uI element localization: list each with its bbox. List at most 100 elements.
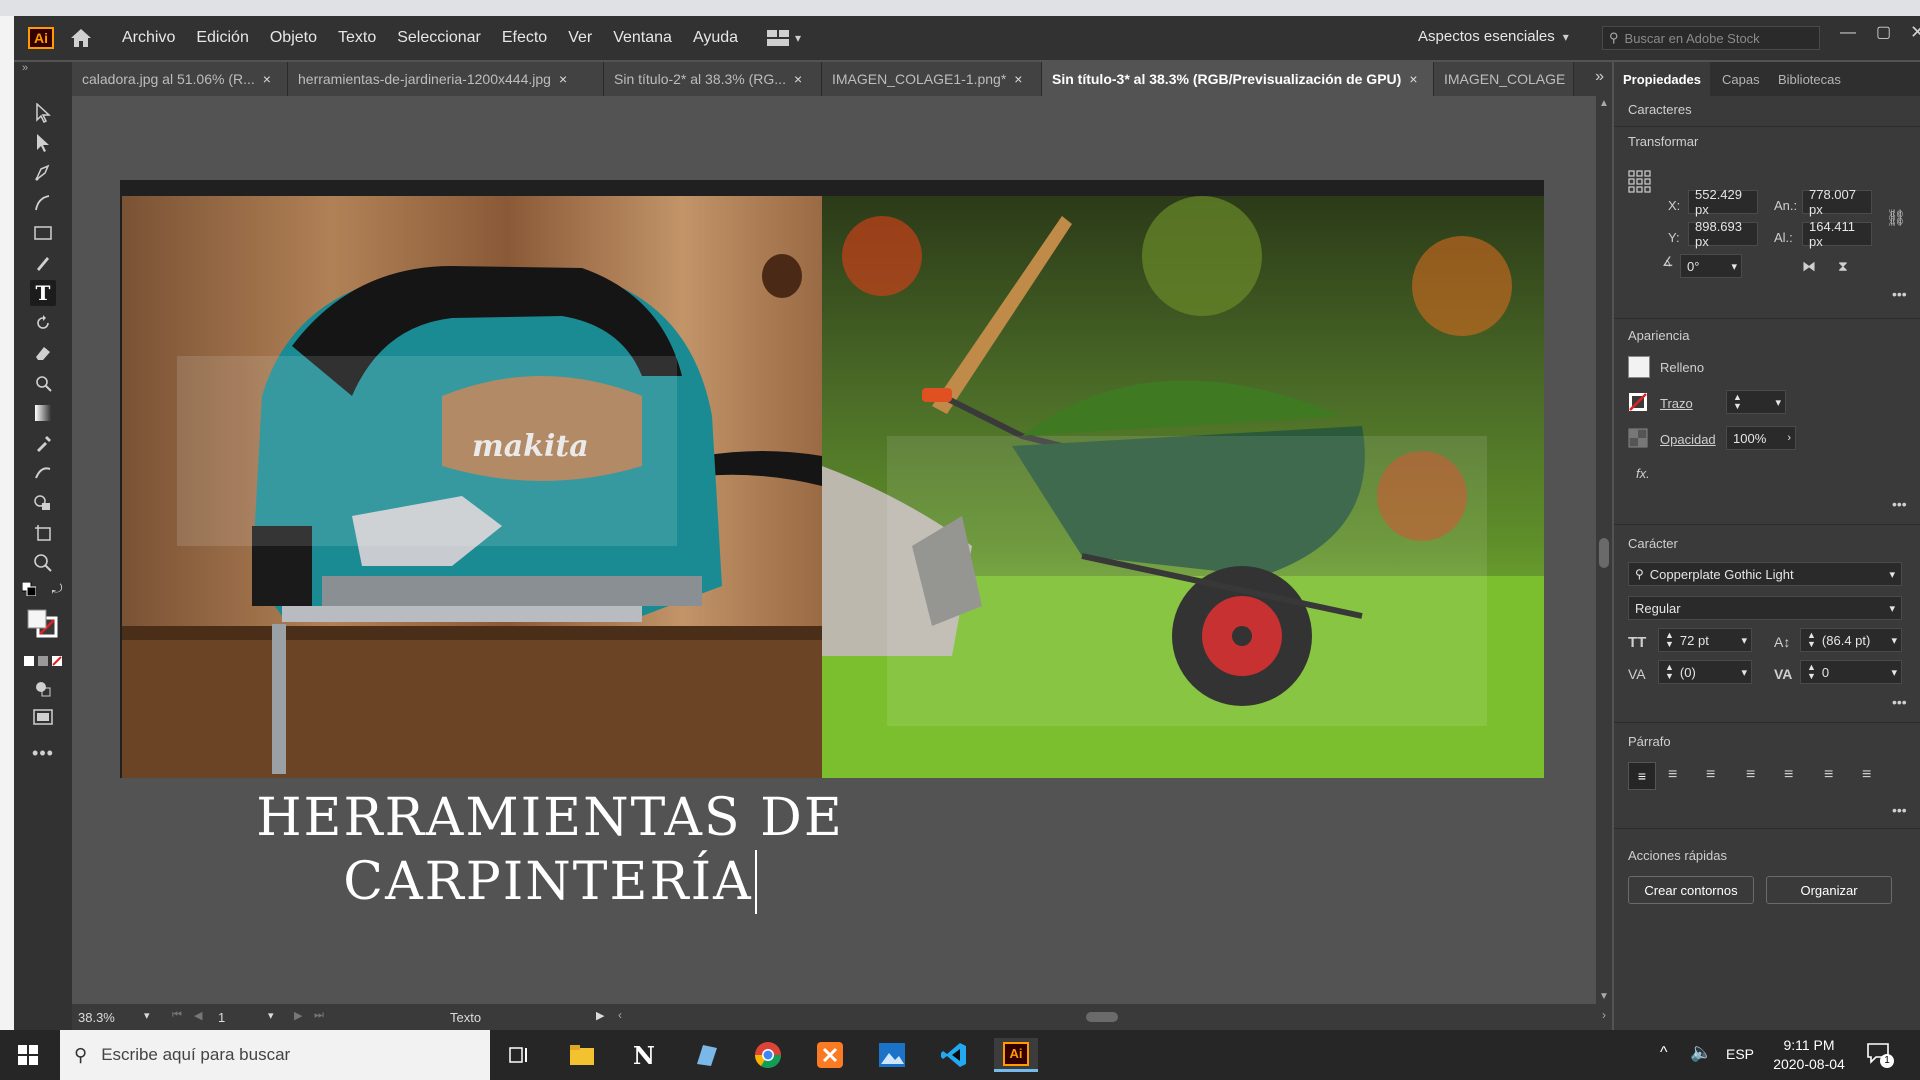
workspace-switcher[interactable]: Aspectos esenciales ▾ [1418, 28, 1569, 45]
paintbrush-tool-icon[interactable] [30, 250, 56, 276]
menu-seleccionar[interactable]: Seleccionar [397, 29, 481, 47]
menu-efecto[interactable]: Efecto [502, 29, 547, 47]
screen-mode-icon[interactable] [30, 704, 56, 730]
panel-collapse-icon[interactable]: » [22, 62, 28, 74]
curvature-tool-icon[interactable] [30, 190, 56, 216]
stepper-icon[interactable]: ▲ ▼ [1733, 393, 1742, 411]
draw-mode-icon[interactable] [30, 676, 56, 702]
opacidad-label[interactable]: Opacidad [1660, 432, 1716, 447]
notifications-button[interactable]: 1 [1866, 1042, 1894, 1068]
menu-texto[interactable]: Texto [338, 29, 376, 47]
blend-tool-icon[interactable] [30, 460, 56, 486]
menu-objeto[interactable]: Objeto [270, 29, 317, 47]
swap-colors-icon[interactable]: ⤾ [48, 580, 66, 598]
tab-capas[interactable]: Capas [1722, 62, 1760, 96]
font-family-dropdown[interactable]: ⚲ Copperplate Gothic Light ▾ [1628, 562, 1902, 586]
language-indicator[interactable]: ESP [1726, 1046, 1754, 1062]
stepper-icon[interactable]: ▲ ▼ [1665, 663, 1674, 681]
tray-expand-icon[interactable]: ^ [1660, 1044, 1668, 1062]
scrollbar-thumb[interactable] [1599, 538, 1609, 568]
menu-ayuda[interactable]: Ayuda [693, 29, 738, 47]
width-field[interactable]: 778.007 px [1802, 187, 1872, 217]
more-tools-icon[interactable]: ••• [30, 740, 56, 766]
tab-herramientas-jardineria[interactable]: herramientas-de-jardineria-1200x444.jpg × [288, 62, 604, 96]
prev-artboard-icon[interactable]: ◀ [194, 1009, 202, 1022]
eraser-tool-icon[interactable] [30, 340, 56, 366]
arrange-documents-button[interactable]: ▾ [767, 30, 801, 46]
stepper-icon[interactable]: ▲ ▼ [1665, 631, 1674, 649]
reference-point-icon[interactable] [1628, 170, 1652, 194]
selection-tool-icon[interactable] [30, 100, 56, 126]
justify-left-icon[interactable]: ≡ [1746, 766, 1755, 784]
fill-swatch[interactable] [1628, 356, 1650, 378]
menu-archivo[interactable]: Archivo [122, 29, 175, 47]
stroke-weight-field[interactable]: ▲ ▼ ▾ [1726, 390, 1786, 414]
windows-start-icon[interactable] [18, 1045, 38, 1065]
artboard-number[interactable]: 1 [218, 1010, 225, 1025]
font-style-dropdown[interactable]: Regular ▾ [1628, 596, 1902, 620]
file-explorer-icon[interactable] [560, 1038, 604, 1072]
menu-edicion[interactable]: Edición [196, 29, 248, 47]
align-left-icon[interactable]: ≡ [1628, 762, 1656, 790]
constrain-proportions-icon[interactable]: ⛓ [1886, 208, 1906, 228]
opacity-field[interactable]: 100% › [1726, 426, 1796, 450]
more-options-icon[interactable]: ••• [1892, 802, 1907, 818]
stroke-swatch[interactable] [1628, 392, 1648, 412]
align-right-icon[interactable]: ≡ [1706, 766, 1715, 784]
kerning-field[interactable]: ▲ ▼ (0) ▾ [1658, 660, 1752, 684]
zoom-level[interactable]: 38.3% [78, 1010, 115, 1025]
artboard-tool-icon[interactable] [30, 520, 56, 546]
next-artboard-icon[interactable]: ▶ [294, 1009, 302, 1022]
warp-tool-icon[interactable] [30, 370, 56, 396]
more-options-icon[interactable]: ••• [1892, 286, 1907, 302]
volume-icon[interactable]: 🔈 [1690, 1042, 1712, 1063]
gradient-tool-icon[interactable] [30, 400, 56, 426]
tab-bibliotecas[interactable]: Bibliotecas [1778, 62, 1841, 96]
close-icon[interactable]: × [1409, 71, 1417, 87]
notion-icon[interactable]: N [622, 1038, 666, 1072]
close-icon[interactable]: × [559, 71, 567, 87]
minimize-icon[interactable]: — [1840, 24, 1856, 42]
stock-search-field[interactable]: ⚲ Buscar en Adobe Stock [1602, 26, 1820, 50]
default-colors-icon[interactable] [20, 580, 38, 598]
more-options-icon[interactable]: ••• [1892, 694, 1907, 710]
more-options-icon[interactable]: ••• [1892, 496, 1907, 512]
maximize-icon[interactable]: ▢ [1876, 22, 1891, 42]
chevron-right-icon[interactable]: › [1787, 432, 1791, 444]
scroll-left-icon[interactable]: ‹ [618, 1008, 622, 1022]
tab-caladora[interactable]: caladora.jpg al 51.06% (R... × [72, 62, 288, 96]
taskbar-search-box[interactable]: ⚲ Escribe aquí para buscar [60, 1030, 490, 1080]
menu-ventana[interactable]: Ventana [613, 29, 672, 47]
tab-propiedades[interactable]: Propiedades [1614, 62, 1710, 96]
stepper-icon[interactable]: ▲ ▼ [1807, 631, 1816, 649]
rectangle-tool-icon[interactable] [30, 220, 56, 246]
crear-contornos-button[interactable]: Crear contornos [1628, 876, 1754, 904]
scroll-up-icon[interactable]: ▲ [1599, 98, 1609, 109]
photos-app-icon[interactable] [870, 1038, 914, 1072]
pen-tool-icon[interactable] [30, 160, 56, 186]
x-position-field[interactable]: 552.429 px [1688, 187, 1758, 217]
vscode-icon[interactable] [932, 1038, 976, 1072]
close-icon[interactable]: × [794, 71, 802, 87]
jigsaw-photo[interactable]: makita [122, 196, 822, 778]
shape-builder-tool-icon[interactable] [30, 490, 56, 516]
stepper-icon[interactable]: ▲ ▼ [1807, 663, 1816, 681]
scroll-down-icon[interactable]: ▼ [1599, 991, 1609, 1002]
close-window-icon[interactable]: ✕ [1910, 22, 1920, 43]
direct-selection-tool-icon[interactable] [30, 130, 56, 156]
trazo-label[interactable]: Trazo [1660, 396, 1693, 411]
justify-center-icon[interactable]: ≡ [1784, 766, 1793, 784]
chevron-down-icon[interactable]: ▾ [144, 1009, 150, 1022]
align-center-icon[interactable]: ≡ [1668, 766, 1677, 784]
justify-all-icon[interactable]: ≡ [1862, 766, 1871, 784]
chevron-down-icon[interactable]: ▾ [1775, 396, 1781, 409]
tab-imagen-colage1[interactable]: IMAGEN_COLAGE1-1.png* × [822, 62, 1042, 96]
tabs-overflow-icon[interactable]: » [1595, 68, 1604, 86]
close-icon[interactable]: × [263, 71, 271, 87]
home-icon[interactable] [68, 25, 94, 51]
fx-button[interactable]: fx. [1636, 466, 1650, 481]
vertical-scrollbar[interactable]: ▲ ▼ [1596, 96, 1612, 1004]
status-menu-icon[interactable]: ▶ [596, 1009, 604, 1022]
flip-vertical-icon[interactable]: ⧗ [1838, 258, 1848, 275]
first-artboard-icon[interactable]: ⏮ [172, 1009, 182, 1022]
